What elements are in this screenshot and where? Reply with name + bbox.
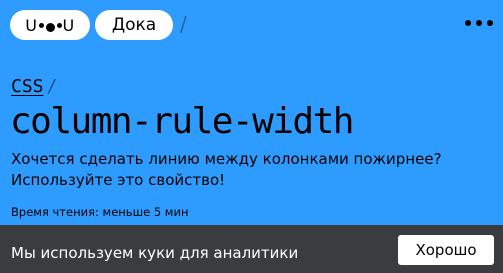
site-header: U U Дока / [0,0,503,52]
lead-line-2: Используйте это свойство! [11,171,226,189]
lead-line-1: Хочется сделать линию между колонками по… [11,150,442,168]
site-logo-link[interactable]: U U [10,10,90,40]
page-title: column-rule-width [10,101,354,142]
breadcrumb-separator: / [46,76,58,97]
reading-time: Время чтения: меньше 5 мин [11,205,189,219]
breadcrumb: CSS / [11,76,57,97]
breadcrumb-css-link[interactable]: CSS [11,76,44,97]
logo-text-right: U [62,15,75,35]
cookie-accept-button[interactable]: Хорошо [398,235,494,265]
cookie-banner: Мы используем куки для аналитики Хорошо [0,225,503,273]
logo-eye-icon [38,22,44,28]
logo-text-left: U [25,15,38,35]
site-name-link[interactable]: Дока [95,10,173,40]
logo-mouth-icon [45,22,55,32]
header-separator: / [180,12,187,36]
more-menu-icon[interactable] [465,20,493,26]
article-lead: Хочется сделать линию между колонками по… [11,149,491,191]
cookie-text: Мы используем куки для аналитики [11,244,299,262]
logo-eye-icon [56,22,62,28]
